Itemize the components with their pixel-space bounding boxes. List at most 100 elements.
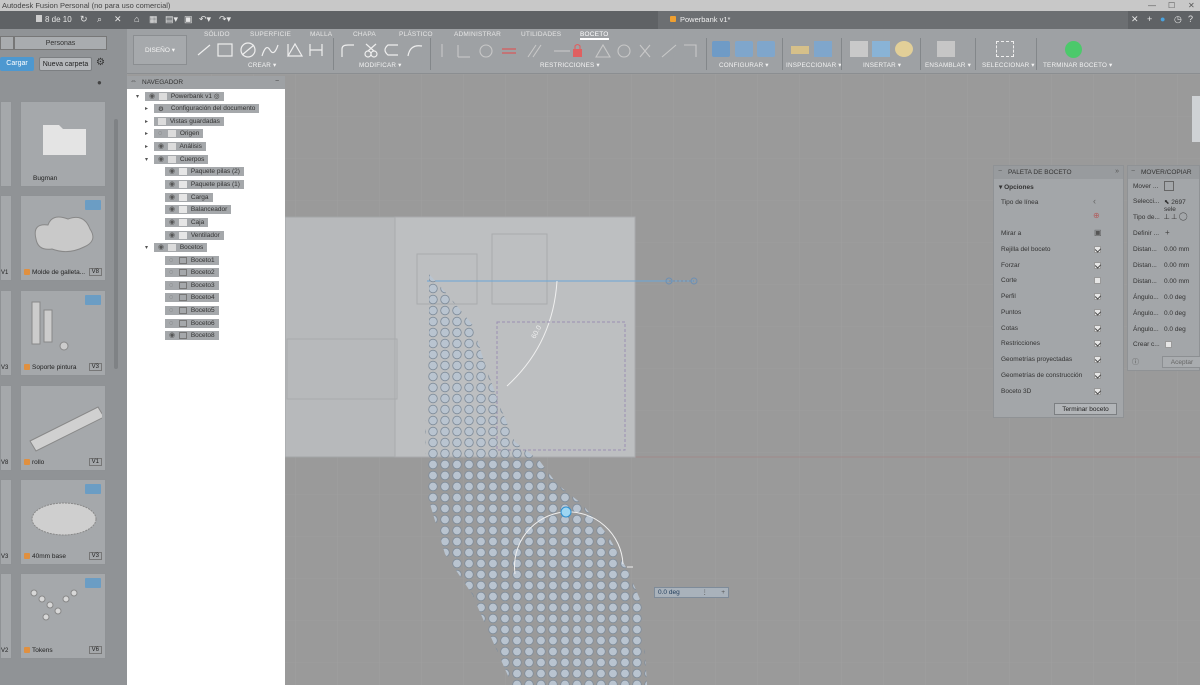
tab-malla[interactable]: MALLA <box>310 31 332 38</box>
partial-card[interactable]: V3 <box>0 479 12 565</box>
look-at-globe-icon[interactable]: ⊕ <box>1093 211 1100 220</box>
group-crear[interactable]: CREAR ▾ <box>248 62 276 69</box>
close-tab-icon[interactable]: ✕ <box>1131 14 1139 25</box>
select-icon[interactable] <box>996 41 1014 57</box>
tab-boceto[interactable]: BOCETO <box>580 31 609 40</box>
tab-project[interactable] <box>0 36 14 50</box>
notifications-icon[interactable]: ◷ <box>1174 14 1182 25</box>
collapse-icon[interactable]: − <box>998 168 1002 175</box>
browser-sketch[interactable]: ◌ Boceto1 <box>165 256 219 265</box>
options-section[interactable]: ▾ Opciones <box>999 183 1034 191</box>
workspace-switcher[interactable]: DISEÑO ▾ <box>133 35 187 65</box>
angle-z-input[interactable]: 0.0 deg <box>1164 326 1186 333</box>
design-card[interactable]: rollo V1 <box>20 385 106 471</box>
caret-icon[interactable]: ▸ <box>145 130 154 139</box>
settings-icon[interactable]: ⚙ <box>96 57 105 68</box>
info-icon[interactable]: ⓘ <box>1132 357 1139 367</box>
job-status-icon[interactable]: ● <box>1160 14 1165 24</box>
design-card[interactable]: 40mm base V3 <box>20 479 106 565</box>
selection-value[interactable]: ⬉ 2697 sele <box>1164 198 1199 213</box>
move-copy-header[interactable]: MOVER/COPIAR <box>1128 166 1199 179</box>
partial-card[interactable] <box>0 101 12 187</box>
dimensions-checkbox[interactable] <box>1094 325 1101 332</box>
eye-hidden-icon[interactable]: ◌ <box>169 306 179 315</box>
browser-sketch[interactable]: ◌ Boceto3 <box>165 281 219 290</box>
new-folder-button[interactable]: Nueva carpeta <box>39 57 92 71</box>
caret-icon[interactable]: ▾ <box>145 244 154 253</box>
move-type-icon[interactable] <box>1164 181 1174 191</box>
3d-sketch-checkbox[interactable] <box>1094 388 1101 395</box>
grid-checkbox[interactable] <box>1094 246 1101 253</box>
design-card[interactable]: Tokens V6 <box>20 573 106 659</box>
section-analysis-icon[interactable] <box>814 41 832 57</box>
line-type-icon[interactable]: ‹ <box>1093 196 1096 206</box>
distance-x-input[interactable]: 0.00 mm <box>1164 246 1189 253</box>
eye-icon[interactable]: ◉ <box>149 92 159 101</box>
browser-root[interactable]: ▾ ◉ Powerbank v1 ◎ <box>136 92 224 101</box>
search-icon[interactable]: ⌕ <box>97 14 102 25</box>
create-tools[interactable] <box>196 41 331 61</box>
eye-hidden-icon[interactable]: ◌ <box>169 293 179 302</box>
browser-sketch-active[interactable]: ◉ Boceto8 <box>165 331 219 340</box>
group-configurar[interactable]: CONFIGURAR ▾ <box>719 62 769 69</box>
parameters-icon[interactable] <box>735 41 753 57</box>
distance-y-input[interactable]: 0.00 mm <box>1164 262 1189 269</box>
profile-checkbox[interactable] <box>1094 293 1101 300</box>
upload-button[interactable]: Cargar <box>0 57 34 71</box>
browser-body[interactable]: ◉ Paquete pilas (1) <box>165 180 244 189</box>
partial-card[interactable]: V2 <box>0 573 12 659</box>
refresh-icon[interactable]: ↻ <box>80 14 88 25</box>
browser-body[interactable]: ◉ Balanceador <box>165 205 232 214</box>
distance-z-input[interactable]: 0.00 mm <box>1164 278 1189 285</box>
more-icon[interactable]: ⋮ <box>702 588 709 598</box>
insert-image-icon[interactable] <box>872 41 890 57</box>
snap-checkbox[interactable] <box>1094 262 1101 269</box>
tab-superficie[interactable]: SUPERFICIE <box>250 31 291 38</box>
browser-folder[interactable]: ▸ Vistas guardadas <box>145 117 224 126</box>
design-card-bugman[interactable]: Bugman <box>20 101 106 187</box>
eye-icon[interactable]: ◉ <box>169 205 179 214</box>
browser-sketch[interactable]: ◌ Boceto5 <box>165 306 219 315</box>
browser-header[interactable]: NAVEGADOR <box>127 76 285 89</box>
eye-icon[interactable]: ◉ <box>158 243 168 252</box>
modify-tools[interactable] <box>338 41 428 61</box>
group-seleccionar[interactable]: SELECCIONAR ▾ <box>982 62 1035 69</box>
eye-icon[interactable]: ◉ <box>169 331 179 340</box>
browser-body[interactable]: ◉ Ventilador <box>165 231 224 240</box>
configure-icon[interactable] <box>712 41 730 57</box>
minimize-icon[interactable]: — <box>1148 0 1156 11</box>
eye-hidden-icon[interactable]: ◌ <box>158 129 168 138</box>
eye-icon[interactable]: ◉ <box>169 180 179 189</box>
close-icon[interactable]: ✕ <box>114 14 122 25</box>
browser-folder[interactable]: ▾ ◉ Cuerpos <box>145 155 209 164</box>
undo-icon[interactable]: ↶▾ <box>199 14 211 25</box>
help-icon[interactable]: ? <box>1188 14 1193 24</box>
angle-input[interactable]: 0.0 deg ⋮ + <box>654 587 729 598</box>
collapse-icon[interactable]: − <box>1131 168 1135 175</box>
insert-mesh-icon[interactable] <box>895 41 913 57</box>
angle-y-input[interactable]: 0.0 deg <box>1164 310 1186 317</box>
design-card[interactable]: Soporte pintura V3 <box>20 290 106 376</box>
eye-icon[interactable]: ◉ <box>169 193 179 202</box>
caret-icon[interactable]: ▾ <box>136 93 145 102</box>
eye-icon[interactable]: ◉ <box>169 231 179 240</box>
partial-card[interactable]: V3 <box>0 290 12 376</box>
eye-icon[interactable]: ◉ <box>169 218 179 227</box>
browser-folder[interactable]: ▸ ◉ Análisis <box>145 142 206 151</box>
slice-checkbox[interactable] <box>1094 277 1101 284</box>
save-icon[interactable]: ▣ <box>184 14 193 25</box>
browser-folder-sketches[interactable]: ▾ ◉ Bocetos <box>145 243 208 253</box>
caret-icon[interactable]: ▸ <box>145 105 154 114</box>
browser-sketch[interactable]: ◌ Boceto6 <box>165 319 219 328</box>
new-tab-icon[interactable]: + <box>1147 14 1152 24</box>
look-at-icon[interactable]: ▣ <box>1094 228 1102 237</box>
eye-icon[interactable]: ◉ <box>169 167 179 176</box>
points-checkbox[interactable] <box>1094 309 1101 316</box>
insert-derive-icon[interactable] <box>850 41 868 57</box>
home-icon[interactable]: ⌂ <box>134 14 139 24</box>
chat-icon[interactable]: ● <box>97 78 102 87</box>
eye-hidden-icon[interactable]: ◌ <box>169 256 179 265</box>
collapse-icon[interactable]: ⇔ <box>130 78 137 85</box>
ok-button[interactable]: Aceptar <box>1162 356 1200 368</box>
partial-card[interactable]: V8 <box>0 385 12 471</box>
